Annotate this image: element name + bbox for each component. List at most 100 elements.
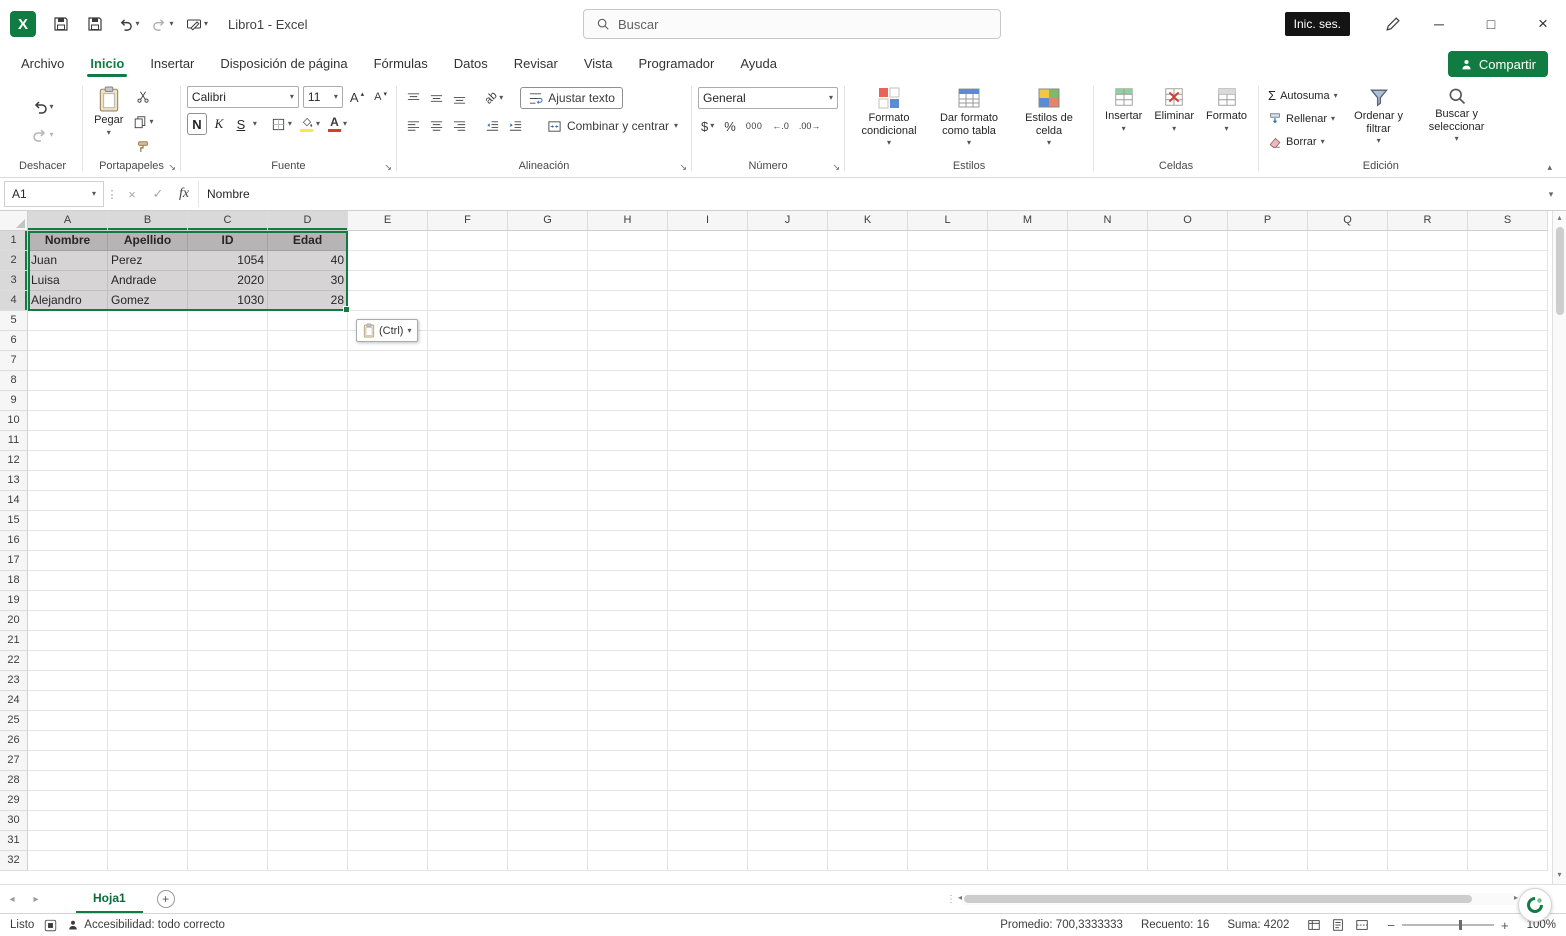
- cell-A32[interactable]: [28, 851, 108, 871]
- italic-button[interactable]: K: [209, 113, 229, 135]
- cell-S25[interactable]: [1468, 711, 1548, 731]
- cell-Q30[interactable]: [1308, 811, 1388, 831]
- cell-G27[interactable]: [508, 751, 588, 771]
- cell-Q10[interactable]: [1308, 411, 1388, 431]
- cell-L13[interactable]: [908, 471, 988, 491]
- cell-Q21[interactable]: [1308, 631, 1388, 651]
- cell-Q20[interactable]: [1308, 611, 1388, 631]
- cell-P8[interactable]: [1228, 371, 1308, 391]
- cell-L3[interactable]: [908, 271, 988, 291]
- horizontal-scroll-thumb[interactable]: [964, 895, 1472, 903]
- cell-R2[interactable]: [1388, 251, 1468, 271]
- copilot-button[interactable]: [1518, 888, 1552, 922]
- cell-P14[interactable]: [1228, 491, 1308, 511]
- cell-K14[interactable]: [828, 491, 908, 511]
- cell-F17[interactable]: [428, 551, 508, 571]
- column-header-O[interactable]: O: [1148, 211, 1228, 231]
- cell-O8[interactable]: [1148, 371, 1228, 391]
- cell-I16[interactable]: [668, 531, 748, 551]
- cell-O7[interactable]: [1148, 351, 1228, 371]
- cell-B10[interactable]: [108, 411, 188, 431]
- cell-J22[interactable]: [748, 651, 828, 671]
- cell-P16[interactable]: [1228, 531, 1308, 551]
- cell-O20[interactable]: [1148, 611, 1228, 631]
- column-header-N[interactable]: N: [1068, 211, 1148, 231]
- cell-I32[interactable]: [668, 851, 748, 871]
- cell-N24[interactable]: [1068, 691, 1148, 711]
- row-header-11[interactable]: 11: [0, 431, 28, 451]
- cell-Q12[interactable]: [1308, 451, 1388, 471]
- cell-N30[interactable]: [1068, 811, 1148, 831]
- cell-P21[interactable]: [1228, 631, 1308, 651]
- cell-O22[interactable]: [1148, 651, 1228, 671]
- cell-J25[interactable]: [748, 711, 828, 731]
- align-top-button[interactable]: [403, 87, 424, 109]
- cell-F25[interactable]: [428, 711, 508, 731]
- cell-H22[interactable]: [588, 651, 668, 671]
- cell-I6[interactable]: [668, 331, 748, 351]
- cell-L20[interactable]: [908, 611, 988, 631]
- tab-revisar[interactable]: Revisar: [501, 51, 571, 76]
- cell-G19[interactable]: [508, 591, 588, 611]
- draw-mode-button[interactable]: ▾: [180, 7, 214, 41]
- cell-O10[interactable]: [1148, 411, 1228, 431]
- row-header-19[interactable]: 19: [0, 591, 28, 611]
- cell-B19[interactable]: [108, 591, 188, 611]
- cell-H26[interactable]: [588, 731, 668, 751]
- cell-O16[interactable]: [1148, 531, 1228, 551]
- cell-F26[interactable]: [428, 731, 508, 751]
- align-center-button[interactable]: [426, 115, 447, 137]
- cell-D1[interactable]: Edad: [268, 231, 348, 251]
- cell-L4[interactable]: [908, 291, 988, 311]
- cell-E8[interactable]: [348, 371, 428, 391]
- cell-B23[interactable]: [108, 671, 188, 691]
- bold-button[interactable]: N: [186, 113, 207, 135]
- align-right-button[interactable]: [449, 115, 470, 137]
- grow-font-button[interactable]: A ▴: [347, 86, 367, 108]
- cell-S26[interactable]: [1468, 731, 1548, 751]
- cell-G24[interactable]: [508, 691, 588, 711]
- cell-J21[interactable]: [748, 631, 828, 651]
- cell-L11[interactable]: [908, 431, 988, 451]
- copy-button[interactable]: ▾: [130, 111, 156, 133]
- cell-F31[interactable]: [428, 831, 508, 851]
- cell-M1[interactable]: [988, 231, 1068, 251]
- cell-M29[interactable]: [988, 791, 1068, 811]
- redo-button[interactable]: ▾: [29, 124, 57, 146]
- cell-K13[interactable]: [828, 471, 908, 491]
- cell-J14[interactable]: [748, 491, 828, 511]
- cell-N4[interactable]: [1068, 291, 1148, 311]
- cell-N22[interactable]: [1068, 651, 1148, 671]
- cell-B20[interactable]: [108, 611, 188, 631]
- cell-N5[interactable]: [1068, 311, 1148, 331]
- cell-D12[interactable]: [268, 451, 348, 471]
- font-name-combo[interactable]: Calibri ▾: [186, 86, 299, 108]
- cell-O29[interactable]: [1148, 791, 1228, 811]
- cell-D2[interactable]: 40: [268, 251, 348, 271]
- row-header-30[interactable]: 30: [0, 811, 28, 831]
- cell-F24[interactable]: [428, 691, 508, 711]
- cell-J32[interactable]: [748, 851, 828, 871]
- shrink-font-button[interactable]: A ▾: [371, 86, 390, 108]
- cell-N27[interactable]: [1068, 751, 1148, 771]
- tab-datos[interactable]: Datos: [441, 51, 501, 76]
- cell-L21[interactable]: [908, 631, 988, 651]
- column-header-G[interactable]: G: [508, 211, 588, 231]
- cell-Q11[interactable]: [1308, 431, 1388, 451]
- cell-Q31[interactable]: [1308, 831, 1388, 851]
- tab-vista[interactable]: Vista: [571, 51, 626, 76]
- select-all-corner[interactable]: [0, 211, 28, 231]
- cell-J18[interactable]: [748, 571, 828, 591]
- cell-S8[interactable]: [1468, 371, 1548, 391]
- row-header-31[interactable]: 31: [0, 831, 28, 851]
- cell-H14[interactable]: [588, 491, 668, 511]
- row-header-24[interactable]: 24: [0, 691, 28, 711]
- cell-E13[interactable]: [348, 471, 428, 491]
- cell-R11[interactable]: [1388, 431, 1468, 451]
- cell-Q2[interactable]: [1308, 251, 1388, 271]
- cell-N8[interactable]: [1068, 371, 1148, 391]
- cell-E23[interactable]: [348, 671, 428, 691]
- cell-B32[interactable]: [108, 851, 188, 871]
- cell-H15[interactable]: [588, 511, 668, 531]
- cell-I13[interactable]: [668, 471, 748, 491]
